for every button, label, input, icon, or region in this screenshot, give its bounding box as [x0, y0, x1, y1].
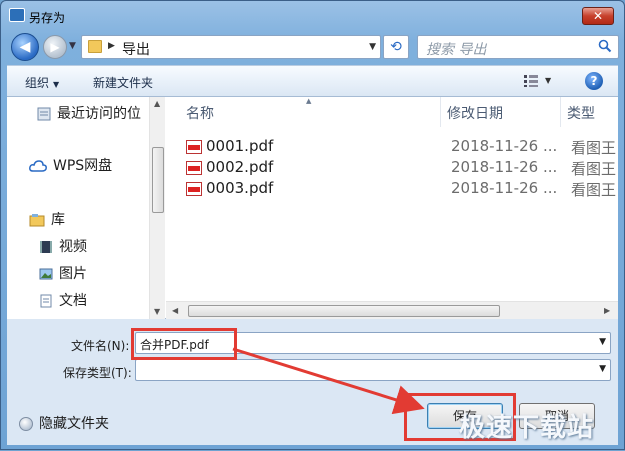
- nav-item-label: 库: [51, 212, 65, 228]
- organize-chevron-down-icon: ▼: [53, 80, 60, 89]
- nav-scroll-thumb[interactable]: [152, 147, 164, 213]
- column-divider[interactable]: [560, 97, 561, 127]
- picture-icon: [39, 268, 53, 280]
- view-chevron-down-icon[interactable]: ▼: [545, 76, 551, 85]
- file-type: 看图王: [571, 181, 617, 199]
- file-date: 2018-11-26 ...: [451, 137, 558, 155]
- nav-item-recent[interactable]: 最近访问的位: [37, 103, 141, 125]
- breadcrumb-arrow-icon[interactable]: ▶: [108, 41, 115, 51]
- nav-item-wps-cloud[interactable]: WPS网盘: [29, 155, 112, 177]
- file-type: 看图王: [571, 160, 617, 178]
- filetype-label: 保存类型(T):: [63, 366, 132, 380]
- organize-label: 组织: [25, 76, 50, 90]
- search-input[interactable]: 搜索 导出: [417, 35, 619, 59]
- close-button[interactable]: ✕: [582, 7, 614, 25]
- address-bar: ◀ ▶ ▼ ▶ 导出 ▼ ⟲ 搜索 导出: [7, 31, 619, 61]
- table-row[interactable]: 0003.pdf 2018-11-26 ... 看图王: [186, 179, 616, 199]
- new-folder-button[interactable]: 新建文件夹: [93, 74, 153, 91]
- file-list-hscrollbar[interactable]: ◀ ▶: [166, 301, 618, 319]
- filename-highlight-box: [131, 328, 237, 360]
- hide-folders-toggle[interactable]: 隐藏文件夹: [19, 413, 109, 433]
- file-type: 看图王: [571, 139, 617, 157]
- library-icon: [29, 214, 45, 227]
- breadcrumb-current-folder[interactable]: 导出: [122, 39, 150, 59]
- command-toolbar: 组织 ▼ 新建文件夹 ▼ ?: [7, 65, 618, 97]
- file-date: 2018-11-26 ...: [451, 158, 558, 176]
- cloud-icon: [29, 160, 47, 172]
- organize-menu[interactable]: 组织 ▼: [25, 74, 59, 91]
- nav-item-label: 视频: [59, 239, 87, 255]
- sort-ascending-icon: ▲: [306, 97, 312, 105]
- chevron-up-icon: [19, 417, 33, 431]
- filetype-select[interactable]: ▼: [135, 359, 611, 381]
- search-icon[interactable]: [598, 39, 612, 53]
- back-button[interactable]: ◀: [11, 33, 39, 61]
- nav-scrollbar[interactable]: ▲ ▼: [149, 97, 165, 319]
- folder-icon: [88, 40, 102, 53]
- navigation-pane: 最近访问的位 WPS网盘 库 视频 图片 文档 ▲ ▼: [7, 97, 165, 319]
- save-options: 文件名(N): 合并PDF.pdf ▼ 保存类型(T): ▼: [7, 319, 618, 391]
- filename-chevron-down-icon[interactable]: ▼: [599, 337, 606, 347]
- table-row[interactable]: 0001.pdf 2018-11-26 ... 看图王: [186, 137, 616, 157]
- path-dropdown-icon[interactable]: ▼: [369, 42, 376, 52]
- pdf-icon: [186, 161, 202, 175]
- file-date: 2018-11-26 ...: [451, 179, 558, 197]
- save-as-dialog: 另存为 ✕ ◀ ▶ ▼ ▶ 导出 ▼ ⟲ 搜索 导出 组织▼ 新建文件夹 ▼: [0, 0, 625, 450]
- scroll-down-icon[interactable]: ▼: [154, 307, 160, 316]
- search-placeholder: 搜索 导出: [426, 42, 487, 58]
- recent-locations-chevron-icon[interactable]: ▼: [69, 41, 76, 51]
- pdf-icon: [186, 182, 202, 196]
- column-header-date[interactable]: 修改日期: [447, 103, 503, 123]
- nav-item-label: 最近访问的位: [57, 106, 141, 122]
- filetype-chevron-down-icon[interactable]: ▼: [599, 364, 606, 374]
- nav-item-video[interactable]: 视频: [39, 236, 87, 258]
- watermark-text: 极速下载站: [459, 413, 595, 443]
- scroll-right-icon[interactable]: ▶: [604, 306, 610, 315]
- nav-item-label: WPS网盘: [53, 158, 113, 174]
- nav-item-documents[interactable]: 文档: [39, 290, 87, 312]
- document-icon: [40, 294, 52, 308]
- title-bar: 另存为 ✕: [1, 1, 624, 29]
- file-name: 0003.pdf: [206, 179, 274, 197]
- nav-item-label: 文档: [59, 293, 87, 309]
- nav-item-pictures[interactable]: 图片: [39, 263, 87, 285]
- column-header-name[interactable]: 名称: [186, 103, 214, 123]
- help-icon[interactable]: ?: [585, 72, 603, 90]
- pdf-icon: [186, 140, 202, 154]
- scroll-up-icon[interactable]: ▲: [154, 99, 160, 108]
- view-options-icon[interactable]: [523, 74, 539, 88]
- breadcrumb[interactable]: ▶ 导出 ▼: [81, 35, 381, 59]
- file-name: 0001.pdf: [206, 137, 274, 155]
- window-title: 另存为: [29, 11, 66, 25]
- table-row[interactable]: 0002.pdf 2018-11-26 ... 看图王: [186, 158, 616, 178]
- nav-item-label: 图片: [59, 266, 87, 282]
- filename-label: 文件名(N):: [71, 339, 130, 353]
- browser-area: 最近访问的位 WPS网盘 库 视频 图片 文档 ▲ ▼ ▲ 名称 修改日期 类型…: [7, 97, 618, 319]
- column-header-type[interactable]: 类型: [567, 103, 595, 123]
- hide-folders-label: 隐藏文件夹: [39, 416, 109, 432]
- dialog-footer: 隐藏文件夹 保存 取消 极速下载站: [7, 391, 618, 445]
- file-list-scroll-thumb[interactable]: [188, 305, 500, 317]
- nav-item-library[interactable]: 库: [29, 209, 65, 231]
- file-name: 0002.pdf: [206, 158, 274, 176]
- video-icon: [40, 241, 52, 253]
- recent-places-icon: [37, 107, 51, 121]
- column-divider[interactable]: [440, 97, 441, 127]
- app-icon: [9, 8, 25, 22]
- forward-button[interactable]: ▶: [43, 35, 67, 59]
- refresh-button[interactable]: ⟲: [383, 35, 409, 59]
- scroll-left-icon[interactable]: ◀: [172, 306, 178, 315]
- file-list: ▲ 名称 修改日期 类型 0001.pdf 2018-11-26 ... 看图王…: [166, 97, 618, 319]
